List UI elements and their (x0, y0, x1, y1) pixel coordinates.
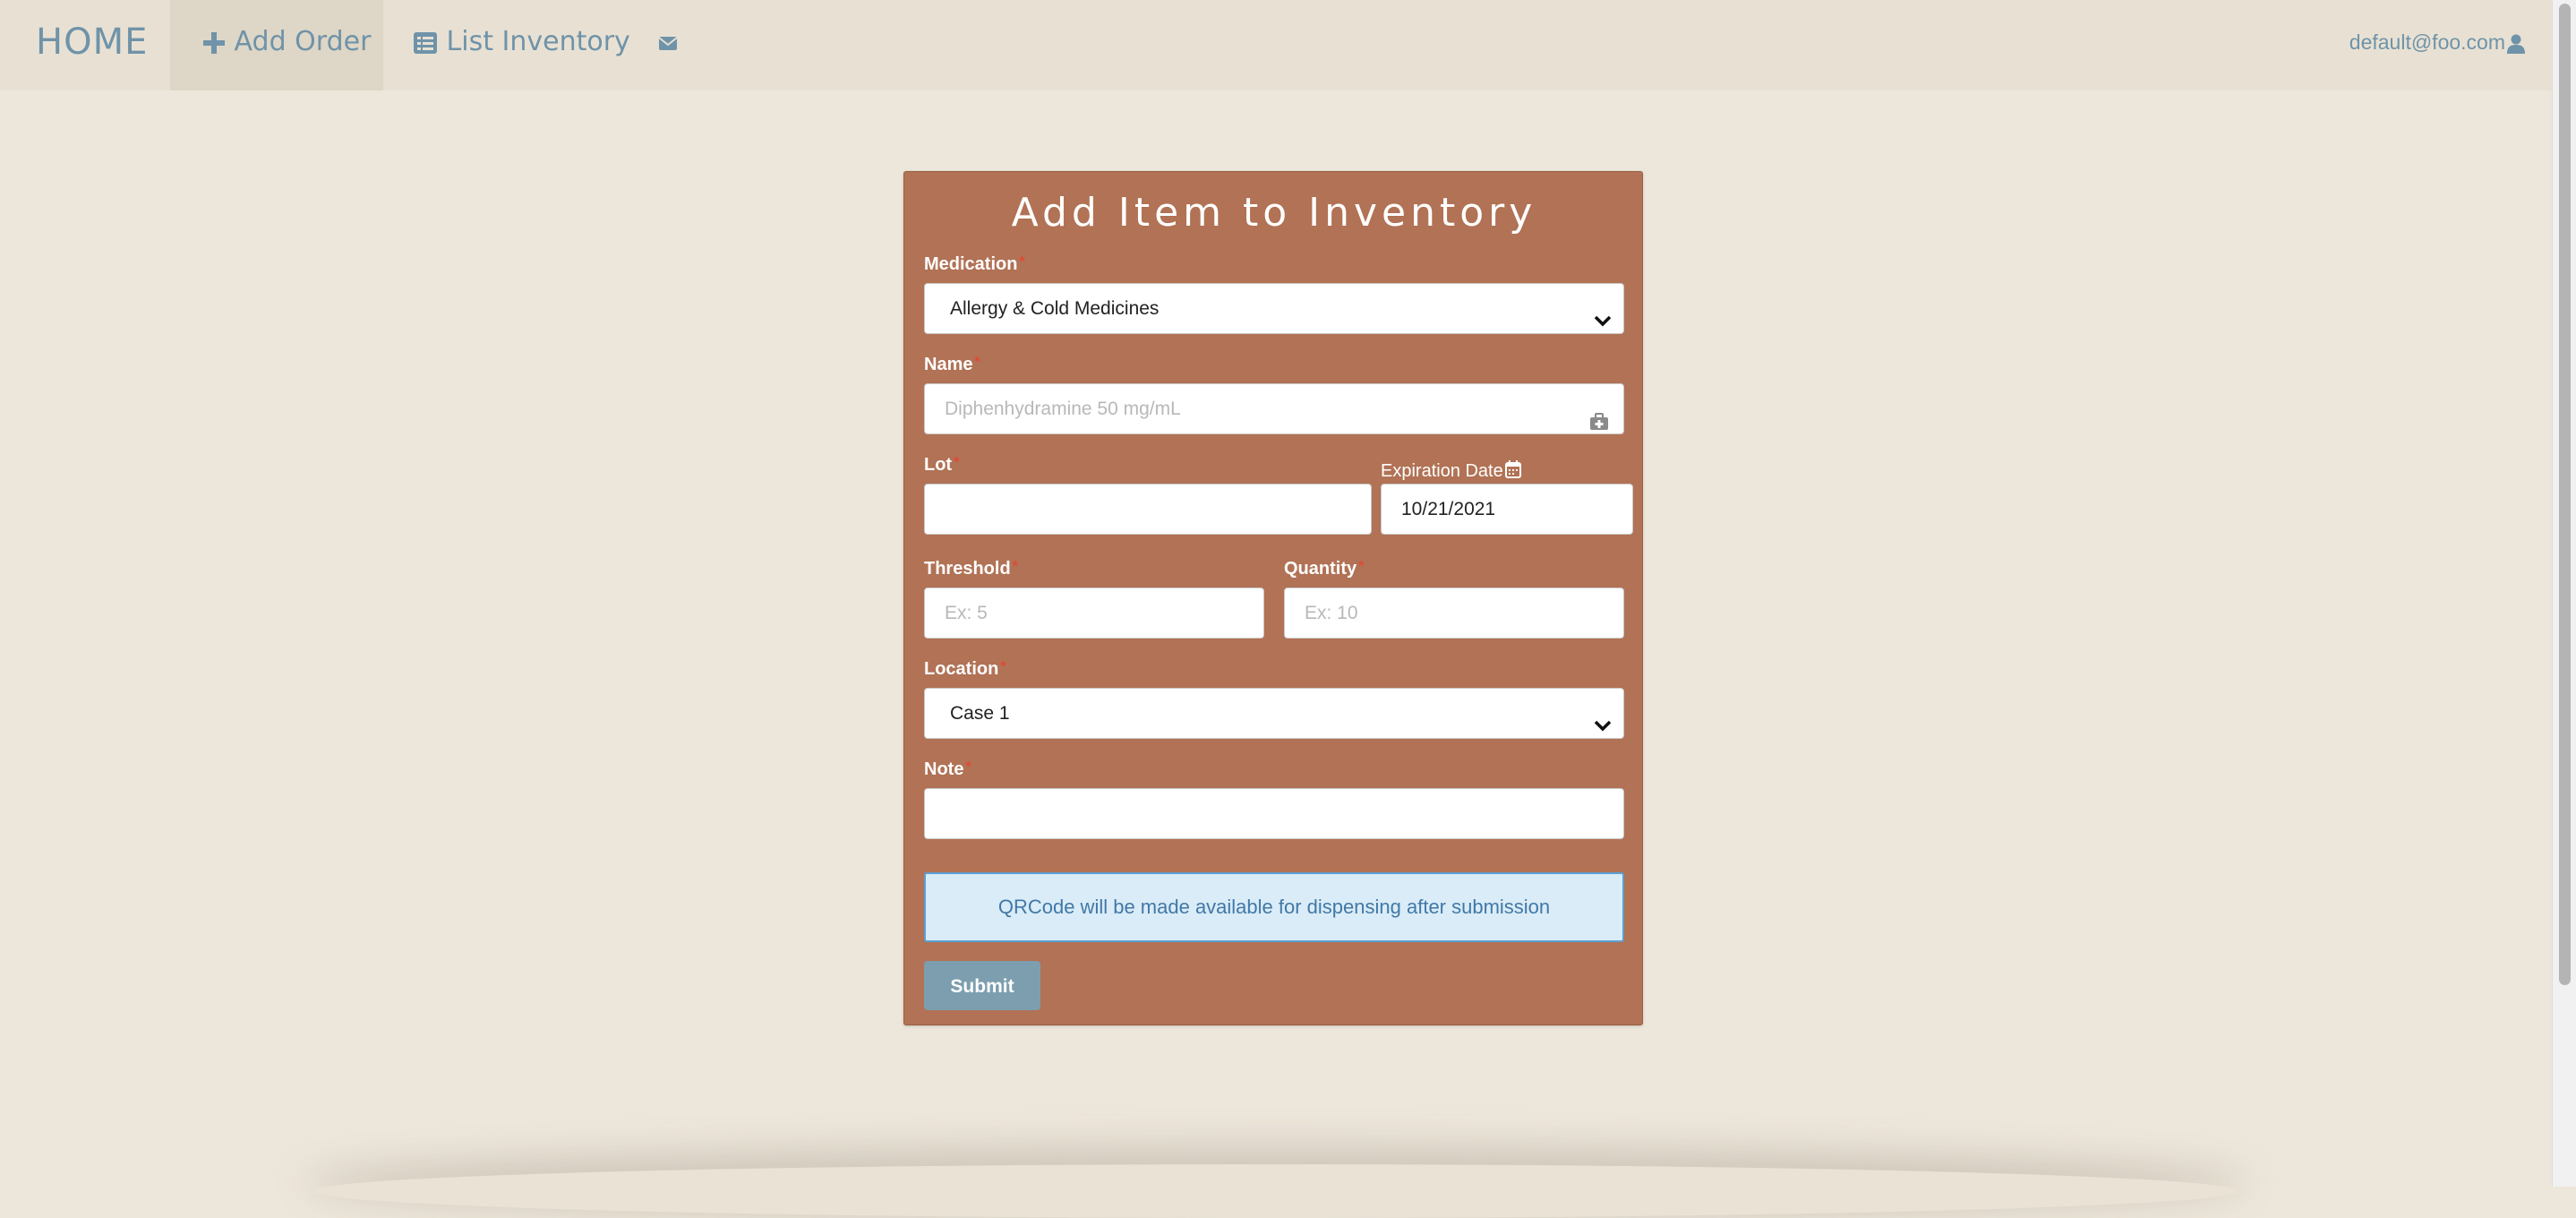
location-label-text: Location (924, 659, 999, 679)
medication-select[interactable]: Allergy & Cold Medicines (924, 283, 1624, 334)
required-mark: * (954, 455, 960, 470)
quantity-label-text: Quantity (1284, 559, 1357, 579)
location-label: Location * (924, 659, 1006, 680)
qrcode-info-alert: QRCode will be made available for dispen… (924, 872, 1624, 942)
quantity-placeholder: Ex: 10 (1305, 603, 1358, 623)
medication-label-text: Medication (924, 254, 1018, 274)
required-mark: * (974, 355, 980, 370)
note-label: Note * (924, 759, 971, 780)
name-input[interactable]: Diphenhydramine 50 mg/mL (924, 383, 1624, 434)
lot-label: Lot * (924, 455, 959, 476)
expiration-value: 10/21/2021 (1401, 499, 1496, 519)
plus-icon (202, 26, 235, 57)
required-mark: * (1012, 559, 1018, 574)
nav-list-inventory-label: List Inventory (446, 26, 630, 57)
expiration-label-text: Expiration Date (1381, 461, 1503, 481)
name-placeholder: Diphenhydramine 50 mg/mL (945, 399, 1181, 419)
submit-button[interactable]: Submit (924, 961, 1040, 1010)
threshold-placeholder: Ex: 5 (945, 603, 988, 623)
name-label: Name * (924, 355, 980, 375)
user-email: default@foo.com (2349, 30, 2505, 54)
note-input[interactable] (924, 788, 1624, 839)
top-navbar: HOME Add Order List Inventory default@fo… (0, 0, 2552, 90)
name-label-text: Name (924, 355, 973, 374)
threshold-input[interactable]: Ex: 5 (924, 588, 1264, 639)
quantity-input[interactable]: Ex: 10 (1284, 588, 1624, 639)
nav-add-order[interactable]: Add Order (170, 0, 383, 90)
nav-mail[interactable] (658, 0, 678, 90)
footer-shadow (313, 1164, 2238, 1218)
location-select[interactable]: Case 1 (924, 688, 1624, 739)
chevron-down-icon (1593, 299, 1613, 348)
user-menu[interactable]: default@foo.com (2349, 0, 2525, 90)
medkit-icon (1589, 400, 1609, 450)
expiration-label: Expiration Date (1381, 460, 1521, 484)
location-value: Case 1 (950, 703, 1010, 724)
scrollbar-thumb[interactable] (2559, 4, 2571, 985)
required-mark: * (1019, 254, 1025, 270)
required-mark: * (1358, 559, 1365, 574)
lot-label-text: Lot (924, 455, 953, 475)
expiration-date-input[interactable]: 10/21/2021 (1381, 484, 1633, 535)
chevron-down-icon (1593, 704, 1613, 753)
calendar-icon (1504, 460, 1521, 483)
note-label-text: Note (924, 759, 964, 779)
required-mark: * (1000, 659, 1006, 674)
envelope-icon (658, 26, 678, 57)
list-icon (413, 26, 447, 57)
threshold-label-text: Threshold (924, 559, 1011, 579)
medication-value: Allergy & Cold Medicines (950, 298, 1160, 319)
medication-label: Medication * (924, 254, 1025, 275)
quantity-label: Quantity * (1284, 559, 1364, 579)
user-icon (2505, 30, 2525, 54)
lot-input[interactable] (924, 484, 1372, 535)
threshold-label: Threshold * (924, 559, 1018, 579)
home-link[interactable]: HOME (36, 0, 148, 90)
nav-list-inventory[interactable]: List Inventory (413, 0, 630, 90)
form-title: Add Item to Inventory (1011, 190, 1537, 236)
nav-add-order-label: Add Order (234, 26, 372, 57)
add-item-form: Add Item to Inventory Medication * Allerg… (903, 171, 1643, 1025)
vertical-scrollbar[interactable] (2552, 0, 2576, 1187)
required-mark: * (965, 759, 971, 775)
